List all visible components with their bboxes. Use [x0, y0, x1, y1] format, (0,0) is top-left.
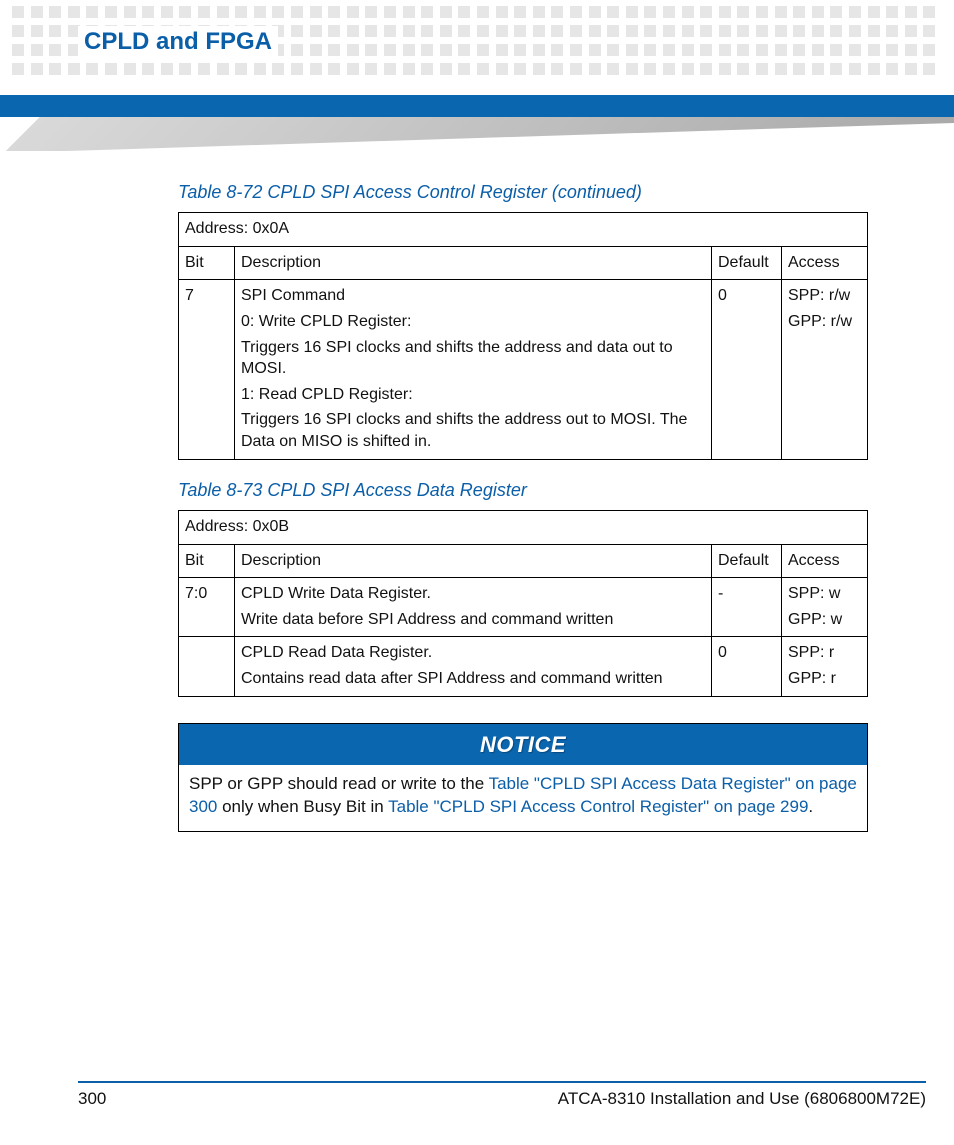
notice-body: SPP or GPP should read or write to the T…	[179, 765, 867, 831]
header-blue-bar	[0, 95, 954, 117]
chapter-title: CPLD and FPGA	[78, 26, 278, 58]
page: CPLD and FPGA Table 8-72 CPLD SPI Access…	[0, 0, 954, 1145]
table-row: CPLD Read Data Register. Contains read d…	[179, 637, 868, 696]
content-area: Table 8-72 CPLD SPI Access Control Regis…	[178, 180, 868, 832]
footer-rule	[78, 1081, 926, 1083]
cell-desc: CPLD Write Data Register. Write data bef…	[235, 578, 712, 637]
cell-default: 0	[712, 637, 782, 696]
cell-desc: SPI Command 0: Write CPLD Register: Trig…	[235, 280, 712, 459]
header-wedge	[0, 117, 954, 151]
cell-bit	[179, 637, 235, 696]
footer-doc-title: ATCA-8310 Installation and Use (6806800M…	[558, 1088, 926, 1111]
notice-text: only when Busy Bit in	[217, 797, 388, 816]
cell-access: SPP: r/w GPP: r/w	[782, 280, 868, 459]
table-row: 7 SPI Command 0: Write CPLD Register: Tr…	[179, 280, 868, 459]
table-72-address-row: Address: 0x0A	[179, 213, 868, 247]
cell-access: SPP: w GPP: w	[782, 578, 868, 637]
notice-text: SPP or GPP should read or write to the	[189, 774, 489, 793]
cell-default: 0	[712, 280, 782, 459]
th-access: Access	[782, 544, 868, 578]
table-72-caption: Table 8-72 CPLD SPI Access Control Regis…	[178, 180, 868, 204]
cell-default: -	[712, 578, 782, 637]
table-73-header-row: Bit Description Default Access	[179, 544, 868, 578]
cell-bit: 7:0	[179, 578, 235, 637]
table-72: Address: 0x0A Bit Description Default Ac…	[178, 212, 868, 459]
th-default: Default	[712, 544, 782, 578]
cell-bit: 7	[179, 280, 235, 459]
notice-text: .	[808, 797, 813, 816]
table-73: Address: 0x0B Bit Description Default Ac…	[178, 510, 868, 697]
notice-label: NOTICE	[179, 724, 867, 766]
footer-page-number: 300	[78, 1088, 106, 1111]
notice-box: NOTICE SPP or GPP should read or write t…	[178, 723, 868, 833]
xref-control-register[interactable]: Table "CPLD SPI Access Control Register"…	[388, 797, 808, 816]
th-access: Access	[782, 246, 868, 280]
table-72-address: Address: 0x0A	[179, 213, 868, 247]
table-73-address-row: Address: 0x0B	[179, 510, 868, 544]
table-73-address: Address: 0x0B	[179, 510, 868, 544]
cell-access: SPP: r GPP: r	[782, 637, 868, 696]
table-row: 7:0 CPLD Write Data Register. Write data…	[179, 578, 868, 637]
th-bit: Bit	[179, 246, 235, 280]
th-bit: Bit	[179, 544, 235, 578]
table-72-header-row: Bit Description Default Access	[179, 246, 868, 280]
th-desc: Description	[235, 246, 712, 280]
th-desc: Description	[235, 544, 712, 578]
cell-desc: CPLD Read Data Register. Contains read d…	[235, 637, 712, 696]
th-default: Default	[712, 246, 782, 280]
table-73-caption: Table 8-73 CPLD SPI Access Data Register	[178, 478, 868, 502]
